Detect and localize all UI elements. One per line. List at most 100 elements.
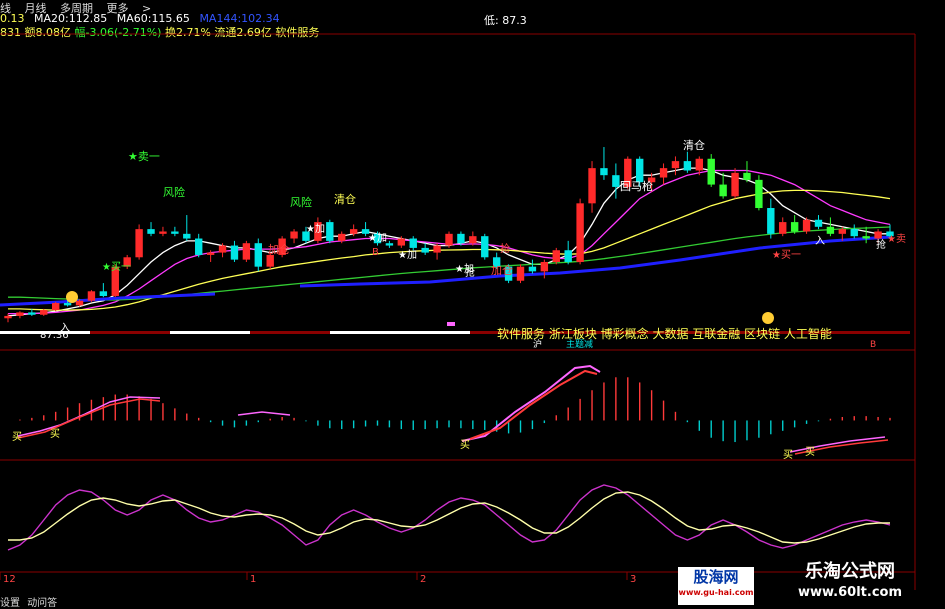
watermark-left-url: www.gu-hai.com [678,588,754,597]
coin-icon [66,291,78,303]
bottom-bar: 设置 动问答 [0,594,57,609]
candle-body [230,245,239,260]
kdj-line-k [7,484,891,551]
candle-body [743,172,751,180]
grab-label: 抢 [465,266,475,279]
candle-body [671,161,680,169]
candle-body [814,219,823,227]
grab-label: 抢 [500,242,510,255]
buy-star-label: ★买一 [772,249,801,261]
candle-body [731,172,739,197]
add-position-label: 加仓 [491,263,513,277]
low-price-marker: 87.36 [40,330,69,341]
candle-body [552,250,560,262]
candle-body [826,226,835,234]
candle-body [612,175,620,187]
candle-body [16,312,24,316]
macd-histogram [19,377,891,443]
grab-label: 抢 [876,238,886,251]
candle-body [99,291,108,296]
candle-body [397,238,406,246]
marker-icon [447,322,455,326]
candle-body [457,233,465,244]
candle-body [290,231,298,239]
concept-list: 软件服务 浙江板块 博彩概念 大数据 互联金融 区块链 人工智能 [497,326,832,341]
buy-star-label: ★买一 [102,261,131,273]
candle-body [445,233,453,246]
sell-star-label: ★卖 [887,233,906,245]
candle-body [195,238,203,255]
candle-body [659,168,668,178]
macd-lines: 买 买 买 买 买 [12,364,889,461]
candle-body [326,222,334,241]
candle-body [707,158,715,185]
candle-body [802,219,811,232]
add-star-label: ★加 [368,232,387,244]
concept-tag: 主题减 [566,338,593,350]
time-label: 1 [250,574,256,585]
kdj-line-d [8,491,890,544]
time-axis: 12 1 2 3 [0,572,636,585]
concept-tag: 沪 [533,338,542,350]
candle-body [266,254,274,267]
risk-label: 风险 [290,195,312,209]
candle-body [588,168,596,204]
macd-dif-line [237,411,291,416]
candle-body [218,245,227,253]
kdj-lines [7,484,891,551]
candle-body [349,229,358,234]
candle-body [481,236,489,258]
candle-body [147,229,155,234]
time-label: 2 [420,574,426,585]
add-star-label: ★加 [306,223,325,235]
watermark-right: 乐淘公式网 www.60lt.com [760,560,940,606]
watermark-left: 股海网 www.gu-hai.com [678,567,754,605]
watermark-left-title: 股海网 [693,568,739,586]
qa-button[interactable]: 动问答 [27,598,57,609]
watermark-right-url: www.60lt.com [797,585,903,600]
concept-strip-red [250,331,330,334]
candle-body [135,229,143,258]
candle-body [183,233,191,239]
candle-body [564,250,572,262]
candle-body [469,236,477,244]
chart-canvas: 12 1 2 3 软件服务 浙江板块 博彩概念 大数据 互联金融 区块链 人工智… [0,33,916,590]
candle-body [28,312,36,315]
candle-body [683,161,692,171]
candle-body [433,245,441,253]
candle-body [755,179,763,209]
candle-body [719,184,727,197]
candle-body [576,203,584,262]
long-ma-segment [0,292,216,307]
candle-body [779,222,787,234]
watermark-right-title: 乐淘公式网 [805,561,895,582]
candle-body [636,158,644,183]
candle-body [242,243,251,260]
candle-body [159,231,167,234]
clear-position-label: 清仓 [334,192,356,206]
candle-body [516,266,525,281]
risk-label: 风险 [163,185,185,199]
candle-body [4,315,12,319]
settings-button[interactable]: 设置 [0,598,20,609]
candle-body [838,229,847,234]
candle-body [409,238,417,248]
add-position-label: 加仓 [268,242,290,256]
candle-body [87,291,96,301]
add-star-label: ★加 [398,249,417,261]
macd-buy-label: 买 [783,449,793,461]
macd-buy-label: 买 [460,439,470,451]
enter-label: 入 [815,236,825,247]
candle-body [63,303,72,306]
candle-body [874,231,882,239]
sell-signal-label: ★卖一 [128,150,160,163]
candle-body [51,303,60,311]
macd-dea-line [469,369,598,440]
candle-body [75,300,84,306]
macd-buy-label: 买 [50,428,60,440]
candle-body [40,310,48,315]
candle-body [421,247,429,253]
candle-body [850,229,858,237]
clear-position-label: 清仓 [683,138,705,152]
macd-buy-label: 买 [12,431,22,443]
